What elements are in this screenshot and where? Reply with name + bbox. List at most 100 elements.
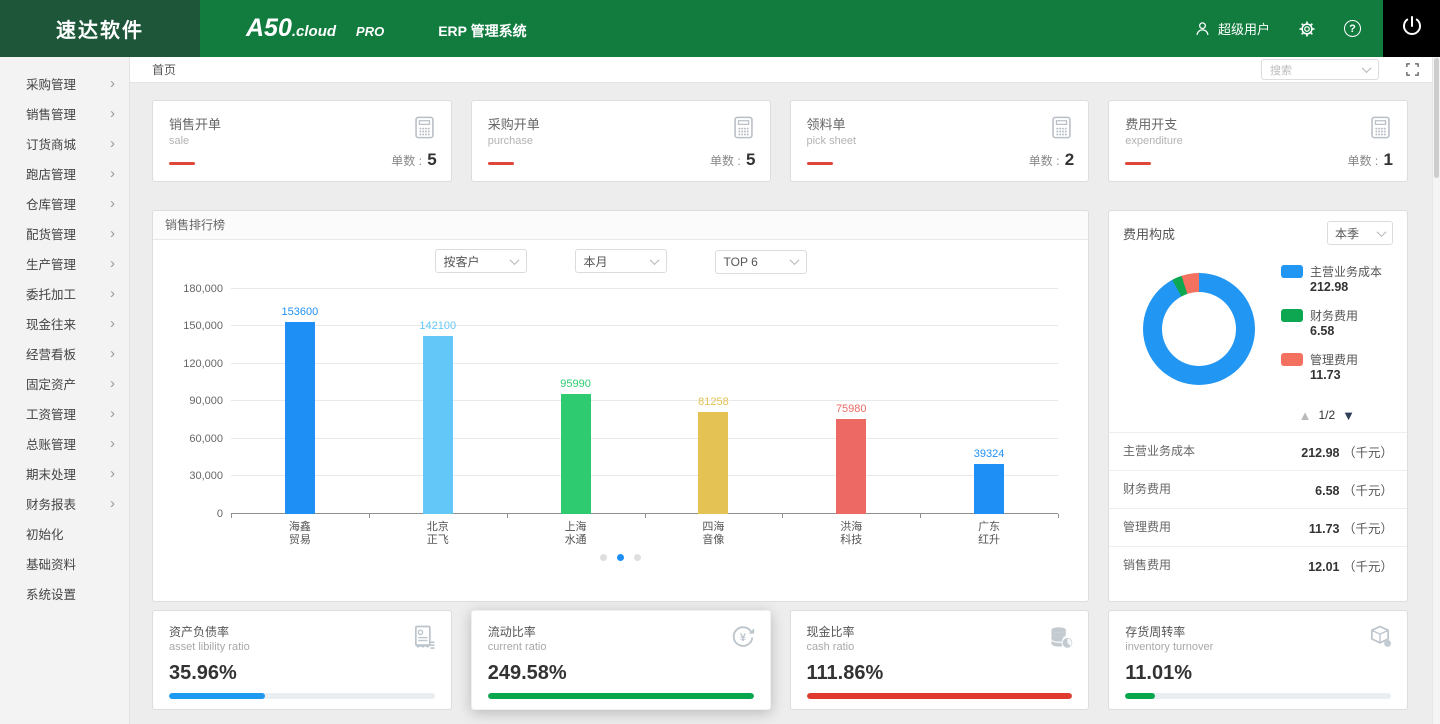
month-filter-select[interactable]: 本月 [575,249,667,273]
user-menu[interactable]: 超级用户 [1194,19,1270,38]
legend-value: 6.58 [1310,324,1382,338]
scrollbar-thumb[interactable] [1434,58,1439,178]
legend-swatch [1281,265,1303,278]
bar[interactable] [423,336,453,514]
count-value: 5 [746,150,755,169]
legend-label: 财务费用 [1310,307,1358,324]
sidebar-item-label: 工资管理 [26,404,110,423]
stat-card[interactable]: 采购开单purchase单数 : 5 [471,100,771,182]
bar[interactable] [698,412,728,514]
refresh-yen-icon: ¥ [729,623,757,656]
bar[interactable] [285,322,315,514]
y-axis-tick-label: 30,000 [155,470,223,482]
doc-count: 单数 : 2 [1029,150,1074,170]
y-axis-tick-label: 0 [155,508,223,520]
sidebar-item[interactable]: 采购管理› [0,68,129,98]
sidebar-item[interactable]: 期末处理› [0,458,129,488]
donut-legend: 主营业务成本212.98 财务费用6.58 管理费用11.73 [1281,263,1382,395]
sidebar-item-label: 销售管理 [26,104,110,123]
app-logo[interactable]: 速达软件 [0,0,200,57]
ratio-card-subtitle: current ratio [488,641,754,653]
customer-filter-select[interactable]: 按客户 [435,249,527,273]
ratio-card[interactable]: 存货周转率inventory turnover11.01% [1108,610,1408,710]
chevron-right-icon: › [110,166,115,181]
sidebar-item[interactable]: 固定资产› [0,368,129,398]
bar[interactable] [974,464,1004,513]
sidebar-item[interactable]: 生产管理› [0,248,129,278]
sidebar-item[interactable]: 订货商城› [0,128,129,158]
scrollbar[interactable] [1432,57,1440,724]
sidebar-item[interactable]: 工资管理› [0,398,129,428]
product-edition: PRO [356,24,384,39]
donut-chart[interactable] [1143,273,1255,385]
stat-card[interactable]: 费用开支expenditure单数 : 1 [1108,100,1408,182]
stat-card[interactable]: 领料单pick sheet单数 : 2 [790,100,1090,182]
sidebar-item[interactable]: 仓库管理› [0,188,129,218]
filter-value: 本月 [584,253,608,270]
stat-card-subtitle: purchase [488,135,754,147]
ratio-card[interactable]: 流动比率current ratio¥249.58% [471,610,771,710]
y-axis-tick-label: 90,000 [155,395,223,407]
sidebar-item[interactable]: 委托加工› [0,278,129,308]
doc-count: 单数 : 1 [1348,150,1393,170]
help-icon[interactable]: ? [1344,20,1361,37]
carousel-dot[interactable] [634,554,641,561]
legend-item[interactable]: 财务费用6.58 [1281,307,1382,338]
legend-item[interactable]: 管理费用11.73 [1281,351,1382,382]
pager-up-icon[interactable]: ▲ [1299,409,1312,422]
sidebar-item[interactable]: 配货管理› [0,218,129,248]
chevron-right-icon: › [110,136,115,151]
sidebar-item[interactable]: 经营看板› [0,338,129,368]
fullscreen-icon[interactable] [1405,62,1420,77]
sidebar-item[interactable]: 现金往来› [0,308,129,338]
expense-unit: （千元） [1343,522,1393,536]
legend-label: 主营业务成本 [1310,263,1382,280]
count-value: 2 [1065,150,1074,169]
category-label: 上海水通 [507,521,645,547]
expense-title: 费用构成 [1123,224,1175,243]
pager-down-icon[interactable]: ▼ [1342,409,1355,422]
bar-value-label: 39324 [920,448,1058,460]
expense-value: 11.73 （千元） [1309,518,1393,537]
progress-fill [488,693,754,699]
ratio-card[interactable]: 现金比率cash ratio111.86% [790,610,1090,710]
bar[interactable] [561,394,591,514]
ratio-card-subtitle: cash ratio [807,641,1073,653]
count-label: 单数 : [391,154,425,168]
ratio-value: 11.01% [1125,662,1391,685]
top-filter-select[interactable]: TOP 6 [715,250,807,274]
y-axis-tick-label: 150,000 [155,320,223,332]
period-select[interactable]: 本季 [1327,221,1393,245]
sidebar-item[interactable]: 销售管理› [0,98,129,128]
y-axis-tick-label: 120,000 [155,358,223,370]
stat-card[interactable]: 销售开单sale单数 : 5 [152,100,452,182]
ratio-card-title: 现金比率 [807,623,1073,640]
panel-title: 销售排行榜 [153,211,1088,240]
bar[interactable] [836,419,866,514]
sidebar: 采购管理›销售管理›订货商城›跑店管理›仓库管理›配货管理›生产管理›委托加工›… [0,57,130,724]
calculator-icon [1048,114,1075,146]
sidebar-item[interactable]: 跑店管理› [0,158,129,188]
tab-home[interactable]: 首页 [152,61,176,78]
sidebar-item[interactable]: 基础资料 [0,548,129,578]
sidebar-item[interactable]: 初始化 [0,518,129,548]
y-axis-tick-label: 180,000 [155,283,223,295]
logout-power-button[interactable] [1383,0,1440,57]
sidebar-menu: 采购管理›销售管理›订货商城›跑店管理›仓库管理›配货管理›生产管理›委托加工›… [0,57,129,608]
doc-count: 单数 : 5 [391,150,436,170]
sidebar-item[interactable]: 财务报表› [0,488,129,518]
carousel-dot[interactable] [617,554,624,561]
sidebar-item[interactable]: 总账管理› [0,428,129,458]
product-name: A50 [246,14,292,43]
carousel-dot[interactable] [600,554,607,561]
legend-pager: ▲ 1/2 ▼ [1109,408,1407,422]
ratio-card[interactable]: 资产负债率asset libility ratio35.96% [152,610,452,710]
settings-gear-icon[interactable] [1298,20,1316,38]
sidebar-item[interactable]: 系统设置 [0,578,129,608]
search-select[interactable]: 搜索 [1261,59,1379,80]
count-value: 5 [427,150,436,169]
app-header: 速达软件 A50.cloud PRO ERP 管理系统 超级用户 ? [0,0,1440,57]
legend-item[interactable]: 主营业务成本212.98 [1281,263,1382,294]
header-actions: 超级用户 ? [1194,19,1361,38]
axis-tick [507,514,508,518]
